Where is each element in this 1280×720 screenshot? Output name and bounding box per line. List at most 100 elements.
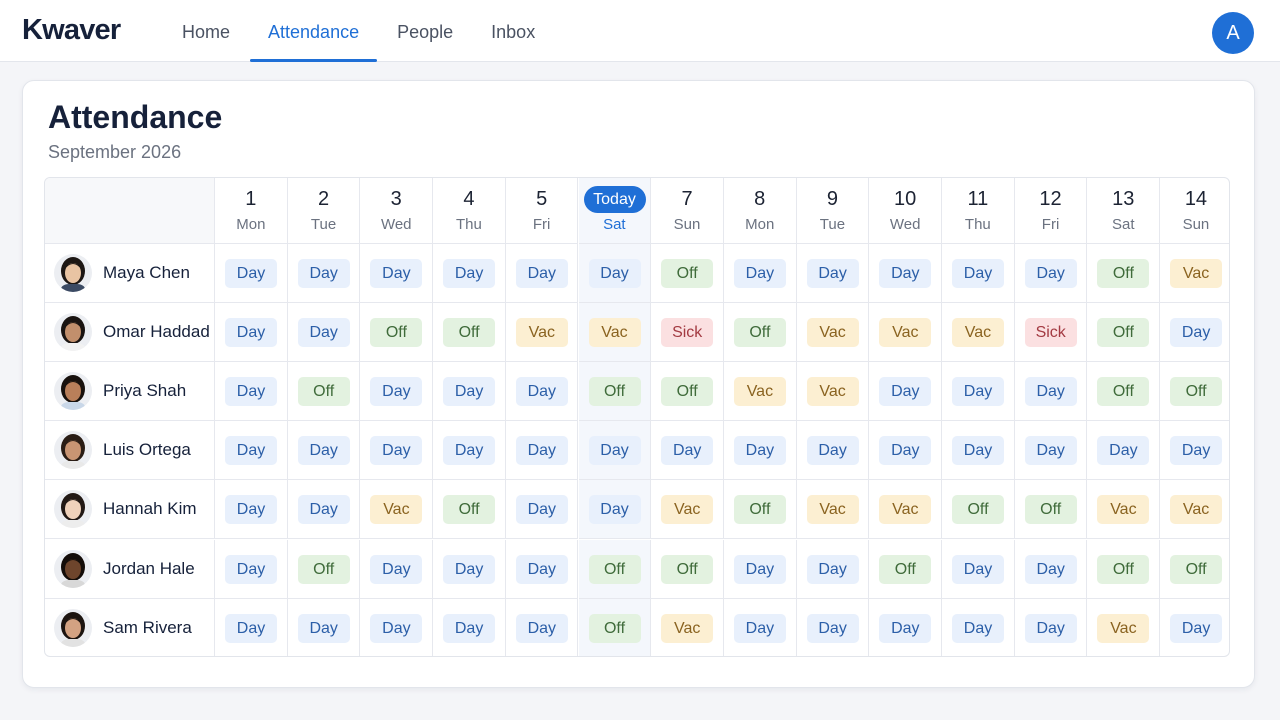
attendance-cell[interactable]: Day	[578, 244, 652, 304]
status-chip[interactable]: Off	[1024, 495, 1077, 525]
attendance-cell[interactable]: Day	[215, 362, 288, 422]
day-header[interactable]: 5 Fri	[505, 178, 579, 244]
day-header[interactable]: 13 Sat	[1087, 178, 1161, 244]
status-chip[interactable]: Day	[733, 436, 786, 466]
status-chip[interactable]: Day	[806, 259, 859, 288]
attendance-cell[interactable]: Vac	[651, 598, 724, 656]
status-chip[interactable]: Day	[515, 495, 568, 525]
person-name[interactable]: Omar Haddad	[103, 322, 210, 342]
attendance-cell[interactable]: Vac	[1160, 244, 1229, 304]
status-chip[interactable]: Vac	[515, 318, 568, 348]
status-chip[interactable]: Day	[879, 259, 932, 288]
attendance-cell[interactable]: Day	[215, 303, 288, 363]
attendance-cell[interactable]: Off	[1087, 362, 1161, 422]
nav-inbox[interactable]: Inbox	[473, 0, 553, 62]
attendance-cell[interactable]: Day	[287, 480, 361, 540]
status-chip[interactable]: Vac	[1170, 495, 1223, 525]
status-chip[interactable]: Vac	[1097, 495, 1150, 525]
attendance-cell[interactable]: Day	[942, 539, 1015, 599]
status-chip[interactable]: Day	[1170, 318, 1223, 348]
status-chip[interactable]: Off	[879, 554, 932, 584]
status-chip[interactable]: Day	[952, 613, 1004, 643]
person-name[interactable]: Jordan Hale	[103, 559, 195, 579]
status-chip[interactable]: Day	[588, 495, 641, 525]
status-chip[interactable]: Day	[733, 554, 786, 584]
status-chip[interactable]: Day	[733, 613, 786, 643]
day-header[interactable]: 11 Thu	[942, 178, 1015, 244]
status-chip[interactable]: Vac	[733, 377, 786, 407]
status-chip[interactable]: Day	[443, 259, 496, 288]
user-avatar-button[interactable]: A	[1212, 12, 1254, 54]
status-chip[interactable]: Day	[225, 554, 277, 584]
attendance-cell[interactable]: Sick	[651, 303, 724, 363]
status-chip[interactable]: Off	[443, 495, 496, 525]
status-chip[interactable]: Vac	[879, 318, 932, 348]
attendance-cell[interactable]: Vac	[360, 480, 434, 540]
person-name[interactable]: Maya Chen	[103, 263, 190, 283]
status-chip[interactable]: Vac	[879, 495, 932, 525]
status-chip[interactable]: Day	[443, 554, 496, 584]
attendance-cell[interactable]: Off	[578, 539, 652, 599]
status-chip[interactable]: Off	[1097, 259, 1150, 288]
attendance-cell[interactable]: Day	[505, 480, 579, 540]
attendance-cell[interactable]: Day	[1160, 599, 1229, 656]
status-chip[interactable]: Day	[370, 259, 423, 288]
status-chip[interactable]: Day	[515, 554, 568, 584]
status-chip[interactable]: Off	[588, 377, 641, 407]
attendance-cell[interactable]: Vac	[796, 362, 870, 422]
status-chip[interactable]: Day	[443, 613, 496, 643]
attendance-cell[interactable]: Off	[578, 362, 652, 422]
attendance-cell[interactable]: Off	[1014, 480, 1088, 540]
status-chip[interactable]: Day	[515, 436, 568, 466]
status-chip[interactable]: Day	[297, 436, 350, 466]
status-chip[interactable]: Off	[952, 495, 1004, 525]
status-chip[interactable]: Day	[588, 436, 641, 466]
attendance-cell[interactable]: Day	[287, 303, 361, 363]
day-header[interactable]: 4 Thu	[433, 178, 506, 244]
status-chip[interactable]: Day	[1024, 613, 1077, 643]
status-chip[interactable]: Day	[515, 613, 568, 643]
status-chip[interactable]: Off	[733, 318, 786, 348]
attendance-cell[interactable]: Off	[723, 480, 797, 540]
attendance-cell[interactable]: Day	[215, 244, 288, 304]
status-chip[interactable]: Off	[1097, 554, 1150, 584]
attendance-cell[interactable]: Day	[433, 362, 506, 422]
nav-people[interactable]: People	[379, 0, 471, 62]
day-header[interactable]: 10 Wed	[869, 178, 942, 244]
attendance-cell[interactable]: Day	[869, 421, 942, 481]
attendance-cell[interactable]: Day	[1160, 303, 1229, 363]
attendance-cell[interactable]: Day	[869, 362, 942, 422]
attendance-cell[interactable]: Off	[433, 480, 506, 540]
attendance-cell[interactable]: Day	[288, 598, 361, 656]
attendance-cell[interactable]: Vac	[942, 303, 1015, 363]
attendance-cell[interactable]: Day	[723, 421, 797, 481]
status-chip[interactable]: Off	[588, 613, 641, 643]
status-chip[interactable]: Day	[1097, 436, 1150, 466]
attendance-cell[interactable]: Day	[360, 362, 434, 422]
nav-home[interactable]: Home	[164, 0, 248, 62]
attendance-cell[interactable]: Vac	[1087, 480, 1161, 540]
attendance-cell[interactable]: Day	[287, 244, 361, 304]
status-chip[interactable]: Off	[297, 554, 350, 584]
attendance-cell[interactable]: Vac	[651, 480, 724, 540]
day-header[interactable]: 3 Wed	[360, 178, 434, 244]
attendance-cell[interactable]: Off	[360, 303, 434, 363]
status-chip[interactable]: Off	[1097, 377, 1150, 407]
attendance-cell[interactable]: Day	[796, 244, 870, 304]
status-chip[interactable]: Vac	[806, 377, 859, 407]
status-chip[interactable]: Off	[443, 318, 496, 348]
status-chip[interactable]: Off	[661, 377, 714, 407]
attendance-cell[interactable]: Sick	[1014, 303, 1088, 363]
day-header[interactable]: 9 Tue	[796, 178, 870, 244]
attendance-cell[interactable]: Vac	[796, 303, 870, 363]
status-chip[interactable]: Vac	[1170, 259, 1223, 288]
attendance-cell[interactable]: Day	[505, 421, 579, 481]
attendance-cell[interactable]: Day	[1160, 421, 1229, 481]
status-chip[interactable]: Day	[370, 554, 423, 584]
attendance-cell[interactable]: Day	[505, 539, 579, 599]
status-chip[interactable]: Day	[879, 377, 932, 407]
attendance-cell[interactable]: Day	[796, 421, 870, 481]
attendance-cell[interactable]: Off	[869, 539, 942, 599]
attendance-cell[interactable]: Vac	[1160, 480, 1229, 540]
status-chip[interactable]: Day	[806, 613, 859, 643]
